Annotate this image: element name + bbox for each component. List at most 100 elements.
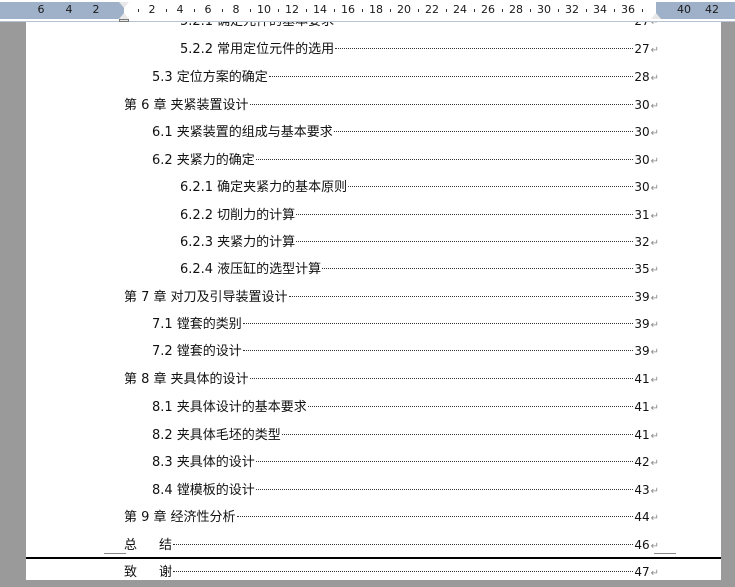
toc-page-number: 44: [634, 510, 650, 524]
toc-entry[interactable]: 8.2 夹具体毛坯的类型 41 ↵: [152, 426, 659, 444]
ruler-minor-tick: [530, 9, 531, 12]
paragraph-mark-icon: ↵: [650, 211, 659, 222]
toc-entry-number: 6.1: [152, 125, 173, 140]
toc-entry[interactable]: 5.2.2 常用定位元件的选用 27 ↵: [180, 40, 659, 58]
toc-entry[interactable]: 6.2 夹紧力的确定 30 ↵: [152, 151, 659, 169]
ruler-tick-label: 40: [677, 3, 691, 16]
toc-entry-title: 常用定位元件的选用: [217, 42, 335, 57]
paragraph-mark-icon: ↵: [650, 431, 659, 442]
toc-entry-number: 第 7 章: [124, 290, 167, 305]
crop-mark: [104, 553, 126, 554]
ruler-tick-label: 12: [285, 3, 299, 16]
paragraph-mark-icon: ↵: [650, 347, 659, 358]
toc-dot-leader: [173, 571, 634, 572]
paragraph-mark-icon: ↵: [650, 458, 659, 469]
toc-page-number: 41: [634, 428, 650, 442]
paragraph-mark-icon: ↵: [650, 22, 659, 28]
toc-entry[interactable]: 7.2 镗套的设计 39 ↵: [152, 342, 659, 360]
toc-dot-leader: [281, 434, 634, 435]
toc-dot-leader: [249, 104, 634, 105]
ruler-tick-label: 14: [313, 3, 327, 16]
ruler-tick-label: 6: [37, 3, 45, 16]
toc-page-number: 43: [634, 483, 650, 497]
toc-entry-title: 夹紧力的确定: [176, 153, 255, 168]
ruler-minor-tick: [362, 9, 363, 12]
toc-entry-number: 7.1: [152, 317, 173, 332]
ruler-tick-label: 34: [593, 3, 607, 16]
crop-mark: [654, 553, 676, 554]
ruler-minor-tick: [474, 9, 475, 12]
ruler-minor-tick: [166, 9, 167, 12]
toc-entry[interactable]: 6.2.1 确定夹紧力的基本原则 30 ↵: [180, 178, 659, 196]
toc-entry-number: 6.2.1: [180, 180, 214, 195]
toc-entry[interactable]: 6.2.4 液压缸的选型计算 35 ↵: [180, 260, 659, 278]
paragraph-mark-icon: ↵: [650, 73, 659, 84]
ruler-tick-label: 2: [92, 3, 100, 16]
paragraph-mark-icon: ↵: [650, 238, 659, 249]
toc-entry-title: 镗模板的设计: [176, 483, 255, 498]
toc-entry[interactable]: 7.1 镗套的类别 39 ↵: [152, 315, 659, 333]
ruler-tick-label: 36: [621, 3, 635, 16]
right-indent-marker[interactable]: [651, 13, 661, 19]
toc-entry[interactable]: 第 9 章 经济性分析 44 ↵: [124, 508, 659, 526]
toc-page-number: 30: [634, 125, 650, 139]
ruler-right-margin: [656, 2, 735, 19]
toc-entry-number: 8.3: [152, 455, 173, 470]
toc-entry-title: 夹具体设计的基本要求: [176, 400, 307, 415]
ruler-minor-tick: [194, 9, 195, 12]
toc-dot-leader: [255, 489, 634, 490]
toc-entry[interactable]: 8.4 镗模板的设计 43 ↵: [152, 481, 659, 499]
toc-entry[interactable]: 8.3 夹具体的设计 42 ↵: [152, 453, 659, 471]
page-separator: [26, 580, 721, 587]
ruler-tick-label: 2: [148, 3, 156, 16]
toc-entry-number: 8.2: [152, 428, 173, 443]
ruler-tick-label: 6: [204, 3, 212, 16]
toc-entry[interactable]: 6.1 夹紧装置的组成与基本要求 30 ↵: [152, 123, 659, 141]
toc-entry-number: 5.3: [152, 70, 173, 85]
toc-entry-title: 夹紧力的计算: [217, 235, 296, 250]
toc-dot-leader: [242, 350, 634, 351]
toc-entry[interactable]: 8.1 夹具体设计的基本要求 41 ↵: [152, 398, 659, 416]
toc-entry[interactable]: 致谢 47 ↵: [124, 563, 659, 581]
toc-entry[interactable]: 5.3 定位方案的确定 28 ↵: [152, 68, 659, 86]
toc-page-number: 27: [634, 42, 650, 56]
toc-entry-number: 6.2.3: [180, 235, 214, 250]
paragraph-mark-icon: ↵: [650, 128, 659, 139]
right-page-gutter: [721, 22, 735, 587]
paragraph-mark-icon: ↵: [650, 403, 659, 414]
toc-page-number: 46: [634, 538, 650, 552]
document-page[interactable]: 5.2.1确定元件的基本要求27↵5.2.2常用定位元件的选用27↵5.3定位方…: [26, 22, 721, 587]
toc-dot-leader: [348, 186, 634, 187]
toc-entry-number: 第 9 章: [124, 510, 167, 525]
ruler-tick-label: 10: [257, 3, 271, 16]
paragraph-mark-icon: ↵: [650, 293, 659, 304]
toc-entry-title: 夹具体的设计: [170, 372, 249, 387]
toc-page-number: 47: [634, 565, 650, 579]
toc-entry-title: 夹紧装置的组成与基本要求: [176, 125, 333, 140]
toc-entry[interactable]: 6.2.3 夹紧力的计算 32 ↵: [180, 233, 659, 251]
toc-entry-title: 液压缸的选型计算: [217, 262, 322, 277]
horizontal-ruler[interactable]: 6 4 2 2 4 6 8 10 12 14 16 18 20 22 24 26 28 30 32 34 36 40 42: [0, 0, 735, 22]
toc-entry[interactable]: 第 7 章对刀及引导装置设计 39 ↵: [124, 288, 659, 306]
toc-entry[interactable]: 总结 46 ↵: [124, 536, 659, 554]
ruler-tick-label: 28: [509, 3, 523, 16]
toc-dot-leader: [296, 241, 634, 242]
toc-page-number: 32: [634, 235, 650, 249]
ruler-minor-tick: [418, 9, 419, 12]
toc-dot-leader: [307, 406, 634, 407]
toc-dot-leader: [236, 516, 634, 517]
toc-page-number: 35: [634, 262, 650, 276]
toc-page-number: 30: [634, 180, 650, 194]
ruler-tick-label: 4: [176, 3, 184, 16]
toc-entry[interactable]: 5.2.1 确定元件的基本要求 27↵: [180, 22, 659, 30]
toc-entry[interactable]: 第 6 章夹紧装置设计 30 ↵: [124, 96, 659, 114]
toc-dot-leader: [335, 48, 634, 49]
ruler-minor-tick: [222, 9, 223, 12]
toc-entry[interactable]: 第 8 章夹具体的设计 41 ↵: [124, 370, 659, 388]
ruler-tick-label: 20: [397, 3, 411, 16]
toc-entry-number: 6.2: [152, 153, 173, 168]
toc-entry-title: 经济性分析: [170, 510, 236, 525]
toc-entry[interactable]: 6.2.2 切削力的计算 31 ↵: [180, 206, 659, 224]
first-line-indent-marker[interactable]: [119, 2, 129, 8]
paragraph-mark-icon: ↵: [650, 320, 659, 331]
